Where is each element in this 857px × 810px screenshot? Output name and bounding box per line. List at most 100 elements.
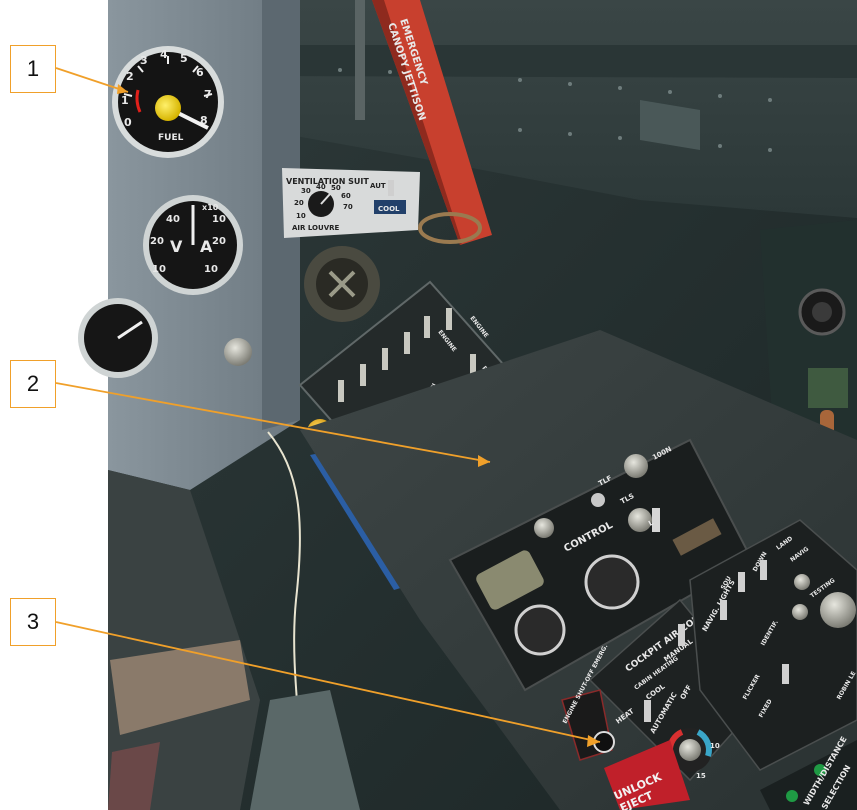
testing-knob[interactable] [820,592,856,628]
eject-label: EJECT [618,789,655,810]
nav-toggle-1[interactable] [720,600,727,620]
control-knob-1[interactable] [534,518,554,538]
control-dial-right[interactable] [584,554,640,610]
cabin-heating-label: CABIN HEATING [633,655,680,692]
temperature-dial[interactable] [668,728,712,772]
fuel-scale-0: 0 [124,116,132,129]
ventilation-knob[interactable] [308,191,334,217]
breaker-switch-10[interactable] [486,438,492,460]
unlock-eject-guard[interactable]: UNLOCK EJECT [604,740,690,810]
callout-3-line [55,621,601,743]
a-scale-1: 20 [212,236,226,247]
blue-strap [310,450,420,590]
console-body [300,330,857,810]
breaker-knob[interactable] [438,504,454,520]
control-label-l: L [647,518,655,527]
right-lever-handle[interactable] [820,410,834,462]
breaker-label-rdp-sv: RDP-SV [480,365,501,390]
breaker-label-idiec: IDIEC/DEL [507,431,537,458]
air-condit-title: COCKPIT AIR-CONDIT. [624,602,718,674]
orange-ball-handle[interactable] [307,419,333,445]
frame-bracket [640,100,700,150]
breaker-switch-2[interactable] [360,364,366,386]
panel-knob[interactable] [224,338,252,366]
control-title: CONTROL [562,519,615,554]
breaker-switch-13[interactable] [398,432,408,458]
fuel-scale-5: 5 [180,52,188,65]
control-label-100n: 100N [651,445,673,462]
canopy-jettison-handle[interactable]: EMERGENCY CANOPY JETTISON [372,0,492,245]
seat-handle [108,742,160,810]
rivets [288,68,772,152]
nav-label-navig: NAVIG [789,546,810,564]
breaker-switch-9[interactable] [520,392,526,414]
air-condit-toggle[interactable] [644,700,651,722]
callout-2-arrowhead [478,455,490,467]
v-a-gauge: V A 10 20 40 10 20 10 x10 [143,195,243,295]
round-connector [304,246,380,322]
seat-side [108,470,260,810]
fuel-needle [167,106,209,130]
temp-dial-10: 10 [710,742,720,750]
nav-toggle-4[interactable] [782,664,789,684]
callout-1-line [55,67,129,93]
ventilation-switch[interactable] [388,180,394,196]
engine-shutoff-label: ENGINE SHUT-OFF EMERG. [562,643,610,725]
breaker-switch-11[interactable] [460,462,466,484]
breaker-label-ignition: IGNITION [418,382,439,413]
right-lever-base [808,368,848,408]
breaker-label-engine-1: ENGINE [436,329,457,353]
callout-1-box: 1 [10,45,56,93]
control-placard [672,518,722,556]
vent-scale-3: 40 [316,183,326,191]
breaker-switch-7[interactable] [470,354,476,376]
right-side-frame [760,220,857,560]
breaker-switch-8[interactable] [494,372,500,394]
breaker-switch-1[interactable] [338,380,344,402]
breaker-switch-6[interactable] [446,308,452,330]
nav-lights-panel: NAVIG. LIGHTS SOU DOWN LAND NAVIG IDENTI… [689,519,857,771]
white-cable [267,431,306,810]
v-scale-1: 20 [150,236,164,247]
breaker-switch-3[interactable] [382,348,388,370]
cool-label: COOL [644,682,667,701]
glare-shield-rail [262,45,857,78]
breaker-switch-5[interactable] [424,316,430,338]
breaker-switch-12[interactable] [428,470,434,492]
engine-shutoff-switch[interactable]: ENGINE SHUT-OFF EMERG. [561,643,615,761]
aut-label: AUT [370,182,386,190]
breaker-label-wing-lands: WING LANDS [517,444,555,477]
callout-3-arrowhead [587,735,600,747]
nav-knob-2[interactable] [792,604,808,620]
control-label-tlf: TLF [597,474,613,488]
breaker-switch-4[interactable] [404,332,410,354]
a-letter: A [200,237,213,256]
air-louvre-label: AIR LOUVRE [292,224,340,232]
control-dial-left[interactable] [514,604,566,656]
control-label-tls: TLS [619,492,635,506]
control-panel: CONTROL TLF TLS L 100N [448,438,754,692]
nav-label-identif: IDENTIF. [760,619,780,647]
fuel-warning-light [155,95,181,121]
emerg-connection-label: EMERG. CONNECTION [463,498,523,550]
ventilation-title: VENTILATION SUIT [286,177,369,186]
fuel-scale-8: 8 [200,114,208,127]
nav-toggle-3[interactable] [760,560,767,580]
cockpit-background [108,0,857,810]
nav-knob-1[interactable] [794,574,810,590]
a-scale-0: 10 [204,264,218,275]
air-condit-mode-toggle[interactable] [678,624,685,646]
breaker-label-engine-2: ENGINE [468,315,489,339]
nav-toggle-2[interactable] [738,572,745,592]
nav-label-testing: TESTING [809,577,836,600]
nav-label-sou: SOU [720,575,733,591]
breaker-label-siu: SIU [544,429,557,442]
fuel-scale-1: 1 [121,94,129,107]
control-knob-4[interactable] [591,493,605,507]
control-knob-2[interactable] [628,508,652,532]
instrument-panel-edge [262,0,300,430]
control-toggle[interactable] [652,508,660,532]
callout-3-number: 3 [26,609,40,634]
jettison-label-2: CANOPY JETTISON [385,22,427,123]
control-knob-3[interactable] [624,454,648,478]
